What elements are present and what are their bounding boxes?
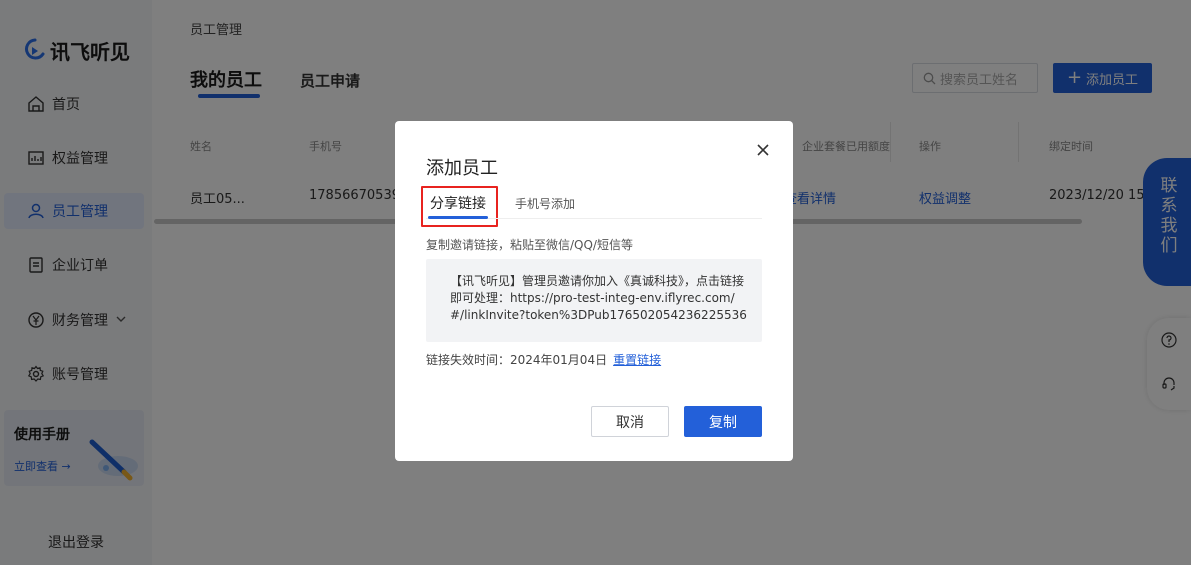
expire-label: 链接失效时间：2024年01月04日 bbox=[426, 353, 608, 367]
reset-link[interactable]: 重置链接 bbox=[613, 353, 661, 367]
modal-title: 添加员工 bbox=[426, 158, 498, 179]
tab-phone-add[interactable]: 手机号添加 bbox=[515, 195, 575, 212]
tab-share-link[interactable]: 分享链接 bbox=[430, 193, 486, 213]
invite-text: 【讯飞听见】管理员邀请你加入《真诚科技》，点击链接即可处理：https://pr… bbox=[426, 259, 762, 342]
cancel-button[interactable]: 取消 bbox=[591, 406, 669, 437]
active-tab-indicator bbox=[428, 216, 488, 219]
copy-button[interactable]: 复制 bbox=[684, 406, 762, 437]
copy-hint: 复制邀请链接，粘贴至微信/QQ/短信等 bbox=[426, 238, 633, 252]
close-icon[interactable] bbox=[754, 141, 772, 159]
add-employee-modal: 添加员工 分享链接 手机号添加 复制邀请链接，粘贴至微信/QQ/短信等 【讯飞听… bbox=[395, 121, 793, 461]
expire-info: 链接失效时间：2024年01月04日 重置链接 bbox=[426, 351, 661, 368]
